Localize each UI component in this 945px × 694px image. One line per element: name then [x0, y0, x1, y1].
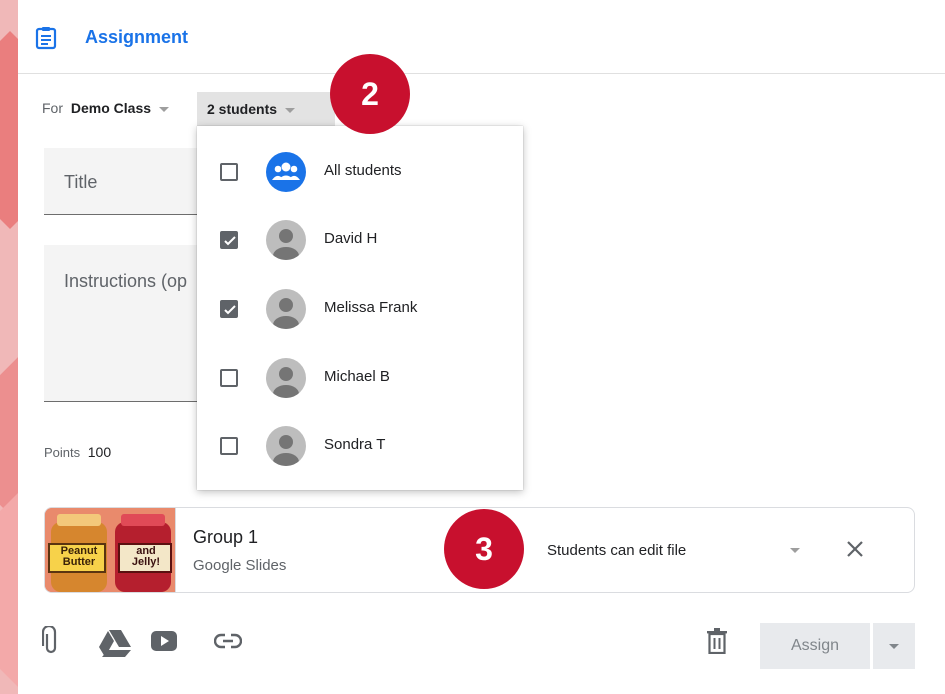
students-selector-label: 2 students — [207, 101, 278, 117]
permission-selector[interactable]: Students can edit file — [547, 542, 686, 559]
drive-icon[interactable] — [98, 628, 132, 658]
trash-icon[interactable] — [706, 628, 728, 654]
step-badge-3: 3 — [444, 509, 524, 589]
person-icon — [266, 220, 306, 260]
header: Assignment — [18, 0, 945, 74]
attachment-thumbnail: Peanut Butter and Jelly! — [45, 508, 176, 592]
dropdown-item-melissa-frank[interactable]: Melissa Frank — [197, 275, 523, 343]
for-row: For Demo Class — [42, 100, 170, 116]
chevron-down-icon[interactable] — [159, 106, 170, 112]
attachment-type: Google Slides — [193, 557, 287, 574]
dropdown-item-label: Melissa Frank — [324, 299, 418, 316]
points-row: Points 100 — [44, 444, 111, 460]
instructions-field[interactable]: Instructions (op — [44, 245, 204, 402]
checkbox[interactable] — [220, 231, 238, 249]
step-badge-2: 2 — [330, 54, 410, 134]
for-label: For — [42, 100, 63, 116]
person-icon — [266, 289, 306, 329]
class-selector[interactable]: Demo Class — [71, 100, 151, 116]
dropdown-item-sondra-t[interactable]: Sondra T — [197, 412, 523, 480]
thumbnail-text-1: Peanut Butter — [60, 545, 98, 568]
points-label: Points — [44, 445, 81, 460]
checkbox[interactable] — [220, 300, 238, 318]
assignment-card: Assignment For Demo Class 2 students Tit… — [18, 0, 945, 694]
assign-button[interactable]: Assign — [760, 623, 870, 669]
dropdown-item-michael-b[interactable]: Michael B — [197, 344, 523, 412]
checkbox[interactable] — [220, 369, 238, 387]
chevron-down-icon — [889, 644, 899, 649]
chevron-down-icon[interactable] — [790, 548, 800, 553]
dropdown-item-label: All students — [324, 162, 402, 179]
instructions-placeholder: Instructions (op — [64, 271, 188, 291]
title-placeholder: Title — [64, 172, 98, 192]
chevron-down-icon — [285, 107, 296, 113]
dropdown-item-label: David H — [324, 230, 378, 247]
points-input[interactable]: 100 — [88, 444, 111, 460]
checkbox[interactable] — [220, 163, 238, 181]
group-icon — [266, 152, 306, 192]
dropdown-item-david-h[interactable]: David H — [197, 206, 523, 274]
students-dropdown: All students David H Melissa Frank Micha… — [197, 126, 523, 490]
close-icon[interactable] — [840, 534, 870, 564]
dropdown-item-label: Sondra T — [324, 436, 386, 453]
checkbox[interactable] — [220, 437, 238, 455]
assignment-icon — [35, 27, 57, 50]
person-icon — [266, 426, 306, 466]
attach-icon[interactable] — [42, 626, 60, 656]
thumbnail-text-2: and Jelly! — [131, 545, 161, 568]
dropdown-item-label: Michael B — [324, 368, 390, 385]
link-icon[interactable] — [214, 632, 242, 650]
attachment-title: Group 1 — [193, 527, 259, 547]
dropdown-item-all-students[interactable]: All students — [197, 138, 523, 206]
assign-options-button[interactable] — [873, 623, 915, 669]
youtube-icon[interactable] — [151, 630, 177, 652]
students-selector[interactable]: 2 students — [197, 92, 335, 126]
page-title: Assignment — [85, 27, 189, 47]
person-icon — [266, 358, 306, 398]
title-field[interactable]: Title — [44, 148, 204, 215]
